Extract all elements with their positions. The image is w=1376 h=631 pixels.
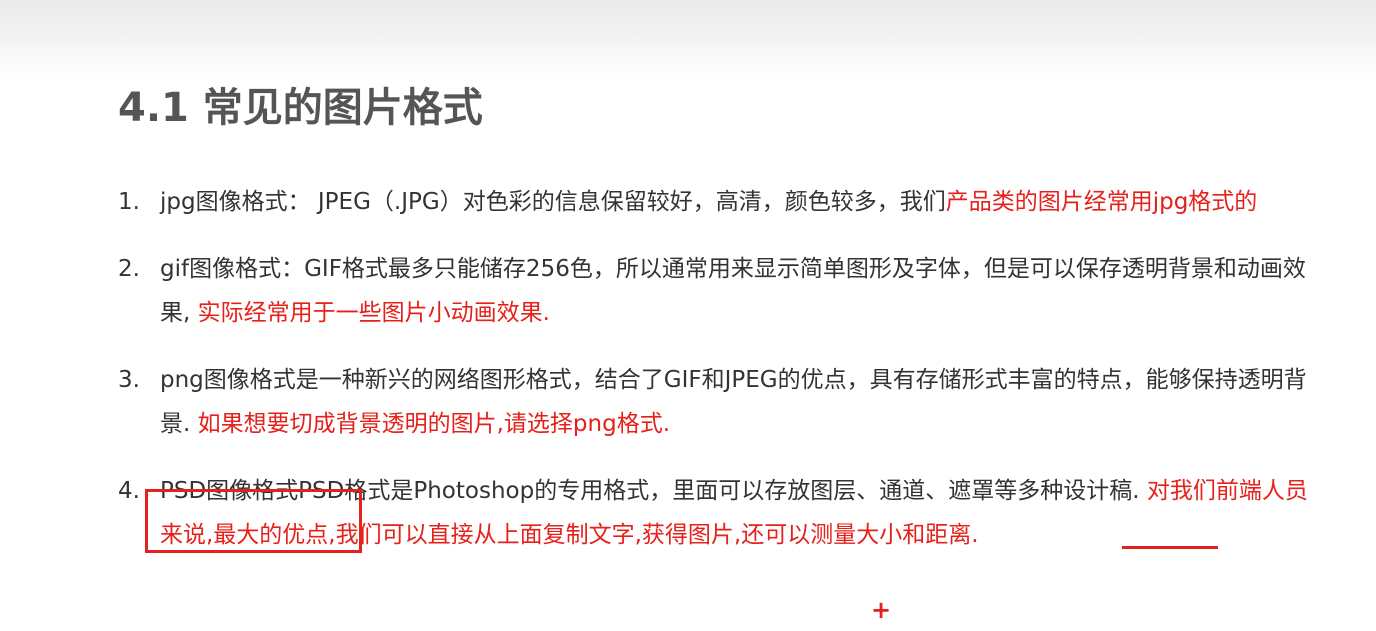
list-item-number: 4. (118, 478, 140, 504)
list-item-text: gif图像格式：GIF格式最多只能储存256色，所以通常用来显示简单图形及字体，… (160, 247, 1318, 335)
crosshair-cursor-icon: + (871, 596, 892, 624)
list-item-highlight: 产品类的图片经常用jpg格式的 (945, 189, 1258, 215)
design-draft-underline (1122, 546, 1218, 549)
list-item: 1. jpg图像格式： JPEG（.JPG）对色彩的信息保留较好，高清，颜色较多… (118, 180, 1318, 224)
list-item: 2. gif图像格式：GIF格式最多只能储存256色，所以通常用来显示简单图形及… (118, 247, 1318, 335)
list-item-text: jpg图像格式： JPEG（.JPG）对色彩的信息保留较好，高清，颜色较多，我们… (160, 180, 1318, 224)
list-item: 3. png图像格式是一种新兴的网络图形格式，结合了GIF和JPEG的优点，具有… (118, 358, 1318, 446)
slide: 4.1 常见的图片格式 1. jpg图像格式： JPEG（.JPG）对色彩的信息… (0, 0, 1376, 631)
list-item-highlight: 实际经常用于一些图片小动画效果. (190, 300, 550, 326)
slide-title: 4.1 常见的图片格式 (118, 85, 483, 131)
psd-highlight-box (145, 489, 362, 553)
list-item-highlight: 如果想要切成背景透明的图片,请选择png格式. (190, 411, 671, 437)
list-item-number: 1. (118, 189, 140, 215)
list-item-body: jpg图像格式： JPEG（.JPG）对色彩的信息保留较好，高清，颜色较多，我们 (160, 189, 946, 215)
list-item-number: 2. (118, 256, 140, 282)
list-item-number: 3. (118, 367, 140, 393)
list-item-text: png图像格式是一种新兴的网络图形格式，结合了GIF和JPEG的优点，具有存储形… (160, 358, 1318, 446)
